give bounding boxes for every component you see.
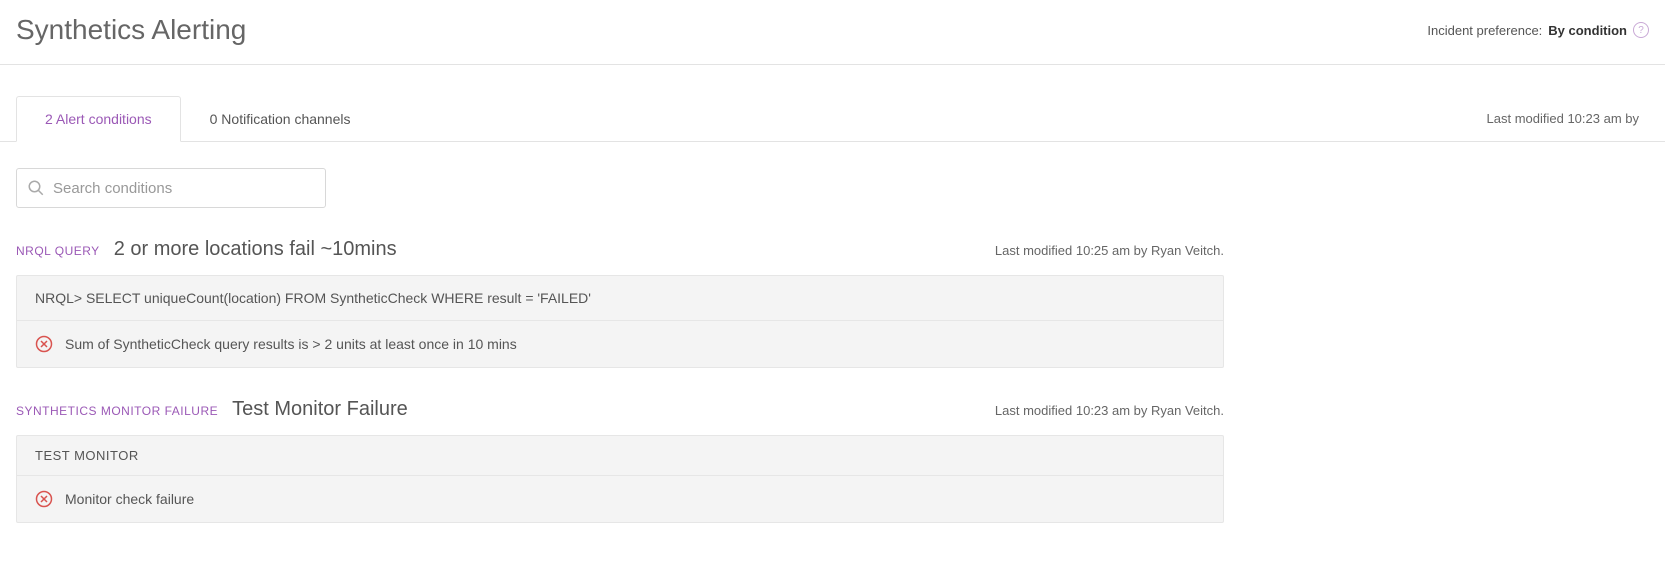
page-header: Synthetics Alerting Incident preference:…	[0, 0, 1665, 65]
content: NRQL QUERY 2 or more locations fail ~10m…	[0, 168, 1240, 523]
condition-header: NRQL QUERY 2 or more locations fail ~10m…	[16, 238, 1224, 261]
condition-body: TEST MONITOR Monitor check failure	[16, 435, 1224, 523]
page-title: Synthetics Alerting	[16, 14, 246, 46]
condition-type-label: NRQL QUERY	[16, 244, 100, 258]
condition-threshold-text: Sum of SyntheticCheck query results is >…	[65, 336, 517, 352]
search-icon	[27, 179, 45, 197]
condition-title[interactable]: Test Monitor Failure	[232, 398, 408, 421]
condition-block: NRQL QUERY 2 or more locations fail ~10m…	[16, 238, 1224, 368]
incident-preference[interactable]: Incident preference: By condition ?	[1427, 22, 1649, 38]
condition-last-modified: Last modified 10:23 am by Ryan Veitch.	[995, 403, 1224, 418]
search-box[interactable]	[16, 168, 326, 208]
condition-threshold-row: Sum of SyntheticCheck query results is >…	[17, 320, 1223, 367]
condition-last-modified: Last modified 10:25 am by Ryan Veitch.	[995, 243, 1224, 258]
incident-preference-value: By condition	[1548, 23, 1627, 38]
condition-title[interactable]: 2 or more locations fail ~10mins	[114, 238, 397, 261]
condition-query-row: NRQL> SELECT uniqueCount(location) FROM …	[17, 276, 1223, 320]
search-input[interactable]	[53, 180, 315, 197]
condition-threshold-text: Monitor check failure	[65, 491, 194, 507]
tabs-row: 2 Alert conditions 0 Notification channe…	[0, 95, 1665, 142]
search-wrap	[16, 168, 1224, 208]
incident-preference-label: Incident preference:	[1427, 23, 1542, 38]
tab-notification-channels[interactable]: 0 Notification channels	[181, 96, 380, 142]
condition-header: SYNTHETICS MONITOR FAILURE Test Monitor …	[16, 398, 1224, 421]
tabs: 2 Alert conditions 0 Notification channe…	[16, 95, 380, 141]
last-modified-summary: Last modified 10:23 am by	[1487, 111, 1649, 126]
condition-threshold-row: Monitor check failure	[17, 475, 1223, 522]
help-icon[interactable]: ?	[1633, 22, 1649, 38]
tab-alert-conditions[interactable]: 2 Alert conditions	[16, 96, 181, 142]
condition-subhead: TEST MONITOR	[17, 436, 1223, 475]
condition-block: SYNTHETICS MONITOR FAILURE Test Monitor …	[16, 398, 1224, 523]
critical-icon	[35, 335, 53, 353]
critical-icon	[35, 490, 53, 508]
condition-body: NRQL> SELECT uniqueCount(location) FROM …	[16, 275, 1224, 368]
condition-type-label: SYNTHETICS MONITOR FAILURE	[16, 404, 218, 418]
condition-query-text: NRQL> SELECT uniqueCount(location) FROM …	[35, 290, 591, 306]
